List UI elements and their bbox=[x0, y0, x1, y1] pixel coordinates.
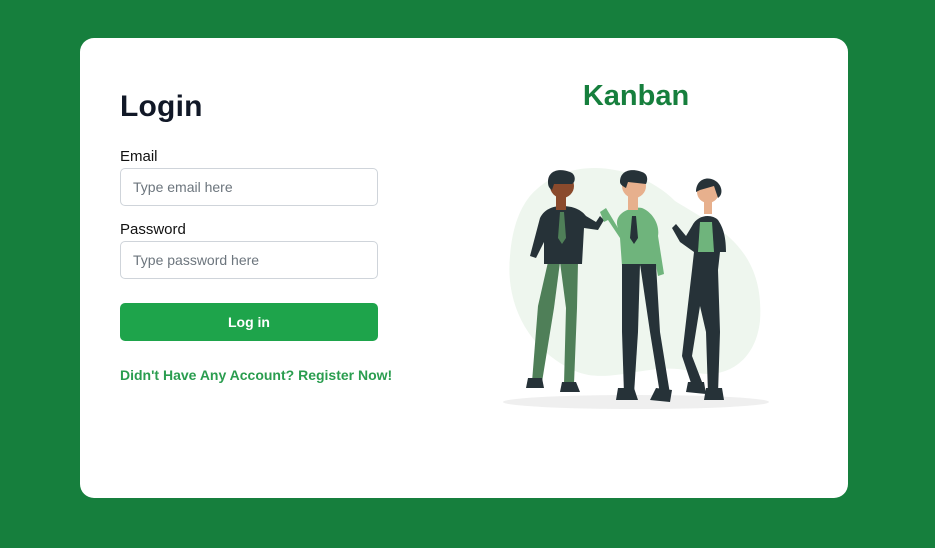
password-field[interactable] bbox=[120, 241, 378, 279]
email-field[interactable] bbox=[120, 168, 378, 206]
team-people-illustration bbox=[503, 168, 769, 409]
login-card: Login Email Password Log in Didn't Have … bbox=[80, 38, 848, 498]
password-label: Password bbox=[120, 221, 186, 238]
page-title: Login bbox=[120, 90, 203, 123]
email-label: Email bbox=[120, 148, 158, 165]
login-button[interactable]: Log in bbox=[120, 303, 378, 341]
brand-title: Kanban bbox=[582, 80, 690, 112]
register-link[interactable]: Didn't Have Any Account? Register Now! bbox=[120, 367, 392, 383]
